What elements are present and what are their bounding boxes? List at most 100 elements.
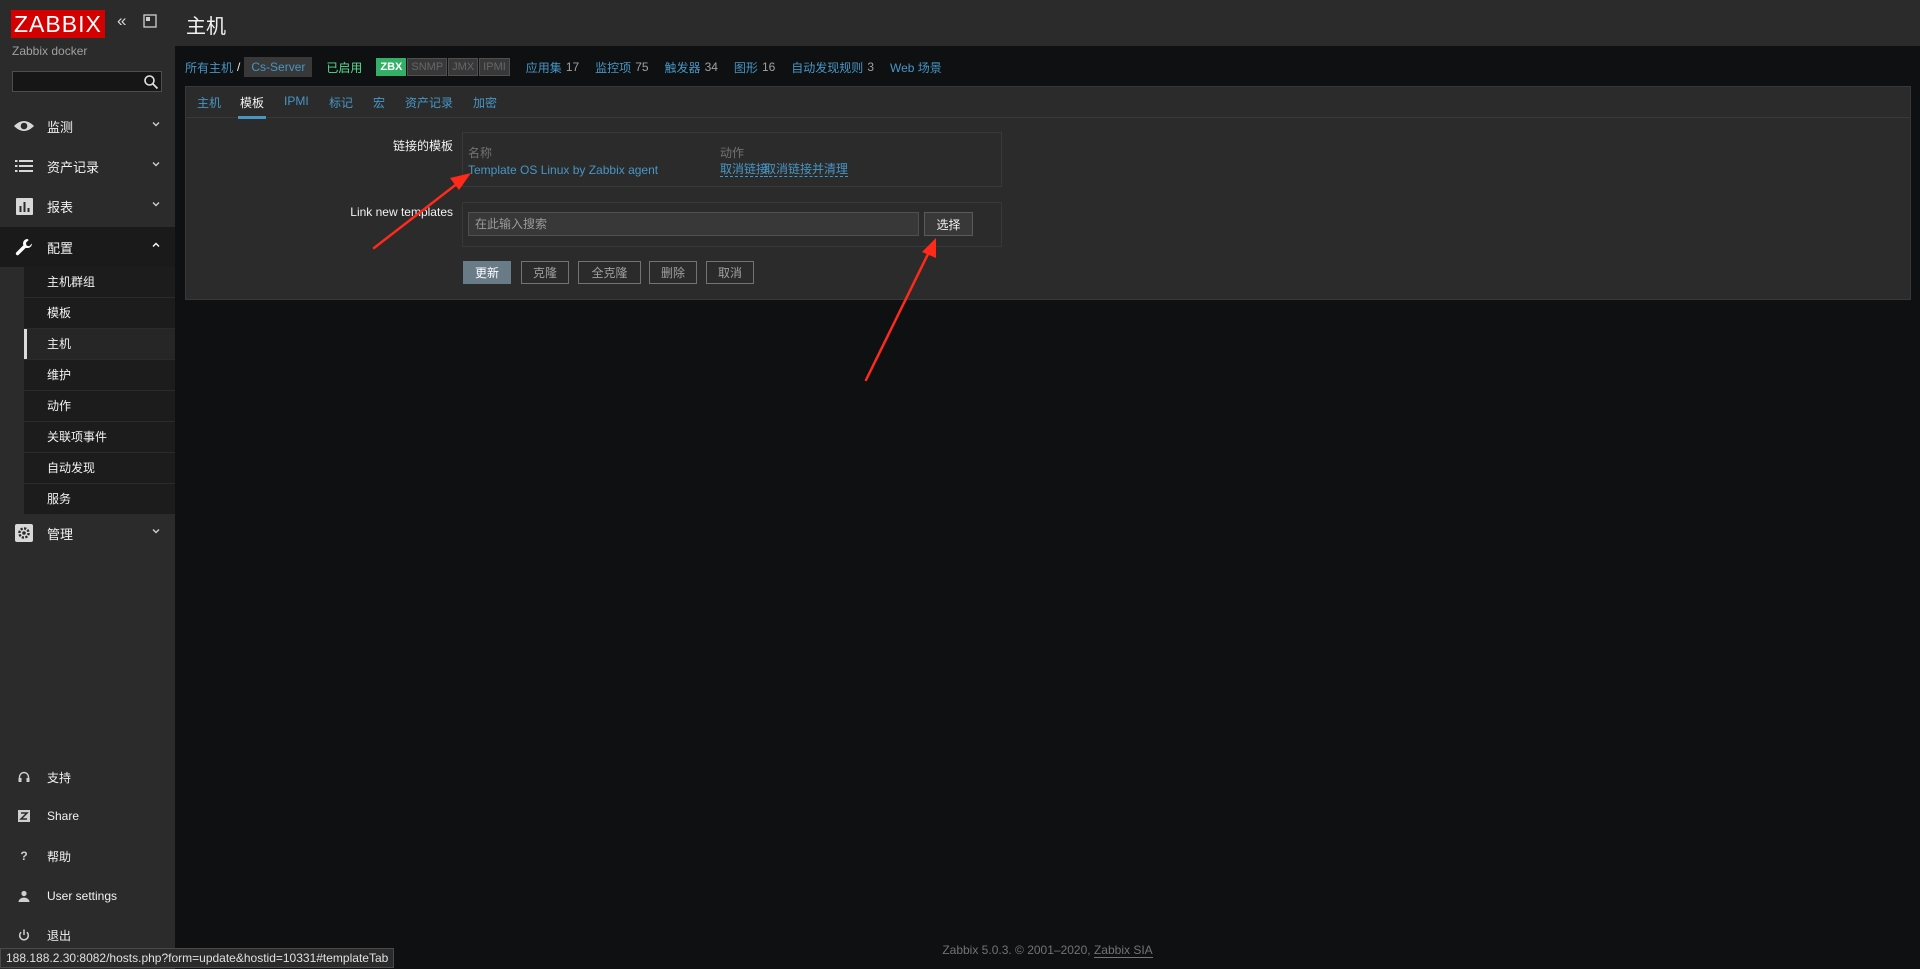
share-label: Share — [47, 809, 80, 823]
tab-macros[interactable]: 宏 — [373, 94, 385, 111]
submenu-maintenance[interactable]: 维护 — [24, 360, 175, 391]
chevron-down-icon — [152, 529, 160, 534]
collapse-sidebar-icon[interactable]: « — [117, 11, 126, 31]
help-link[interactable]: ? 帮助 — [0, 841, 175, 871]
tab-host[interactable]: 主机 — [197, 94, 221, 111]
breadcrumb-all-hosts[interactable]: 所有主机 — [185, 59, 233, 76]
menu-administration[interactable]: 管理 — [0, 513, 175, 553]
clone-button[interactable]: 克隆 — [521, 261, 569, 284]
config-submenu: 主机群组 模板 主机 维护 动作 关联项事件 自动发现 服务 — [24, 267, 175, 515]
share-link[interactable]: Share — [0, 801, 175, 831]
menu-label: 管理 — [47, 526, 74, 542]
support-label: 支持 — [47, 770, 72, 785]
update-button[interactable]: 更新 — [463, 261, 511, 284]
breadcrumb-separator: / — [237, 60, 241, 74]
autohide-icon[interactable] — [143, 13, 157, 33]
linked-template-link[interactable]: Template OS Linux by Zabbix agent — [468, 163, 658, 177]
tab-inventory[interactable]: 资产记录 — [405, 94, 453, 111]
chevron-down-icon — [152, 162, 160, 167]
wrench-icon — [12, 235, 36, 259]
copyright-text: Zabbix 5.0.3. © 2001–2020, — [942, 943, 1091, 957]
user-settings-label: User settings — [47, 889, 118, 903]
help-label: 帮助 — [47, 849, 72, 864]
triggers-count: 34 — [704, 60, 718, 74]
unlink-button[interactable]: 取消链接 — [720, 163, 769, 177]
template-search-input[interactable] — [468, 212, 919, 236]
menu-inventory[interactable]: 资产记录 — [0, 146, 175, 186]
linked-templates-label: 链接的模板 — [392, 139, 453, 153]
items-count: 75 — [635, 60, 649, 74]
availability-jmx: JMX — [448, 58, 479, 76]
server-name: Zabbix docker — [12, 44, 88, 58]
discovery-rules-count: 3 — [867, 60, 874, 74]
tab-tags[interactable]: 标记 — [329, 94, 353, 111]
full-clone-button[interactable]: 全克隆 — [578, 261, 641, 284]
user-icon — [16, 888, 32, 904]
applications-count: 17 — [565, 60, 580, 74]
chevron-up-icon — [152, 242, 160, 247]
breadcrumb-host[interactable]: Cs-Server — [244, 57, 313, 77]
link-new-templates-field: 选择 — [462, 202, 1002, 247]
menu-monitoring[interactable]: 监测 — [0, 106, 175, 146]
sidebar-search-input[interactable] — [13, 72, 161, 91]
share-icon — [16, 808, 32, 824]
form-tabs: 主机 模板 IPMI 标记 宏 资产记录 加密 — [186, 87, 1910, 119]
nav-graphs[interactable]: 图形 — [734, 59, 758, 76]
tab-encryption[interactable]: 加密 — [473, 94, 497, 111]
eye-icon — [12, 114, 36, 138]
submenu-host-groups[interactable]: 主机群组 — [24, 267, 175, 298]
search-icon[interactable] — [143, 74, 159, 90]
cancel-button[interactable]: 取消 — [706, 261, 754, 284]
column-action-header: 动作 — [720, 146, 745, 160]
host-form: 主机 模板 IPMI 标记 宏 资产记录 加密 链接的模板 名称 动作 Temp… — [185, 86, 1911, 300]
submenu-discovery[interactable]: 自动发现 — [24, 453, 175, 484]
chevron-down-icon — [152, 202, 160, 207]
chevron-down-icon — [152, 122, 160, 127]
submenu-actions[interactable]: 动作 — [24, 391, 175, 422]
graphs-count: 16 — [761, 60, 776, 74]
sign-out-label: 退出 — [47, 928, 72, 943]
nav-items[interactable]: 监控项 — [595, 59, 631, 76]
select-button[interactable]: 选择 — [924, 212, 973, 236]
power-icon — [16, 927, 32, 943]
nav-applications[interactable]: 应用集 — [526, 59, 562, 76]
sign-out-link[interactable]: 退出 — [0, 920, 175, 950]
zabbix-logo[interactable]: ZABBIX — [11, 10, 105, 38]
nav-discovery-rules[interactable]: 自动发现规则 — [791, 59, 863, 76]
tab-templates[interactable]: 模板 — [237, 94, 267, 119]
page-footer: Zabbix 5.0.3. © 2001–2020, Zabbix SIA — [175, 943, 1920, 958]
submenu-hosts[interactable]: 主机 — [24, 329, 175, 360]
bar-chart-icon — [12, 194, 36, 218]
page-title: 主机 — [186, 16, 226, 38]
unlink-and-clear-button[interactable]: 取消链接并清理 — [764, 163, 849, 177]
sidebar: ZABBIX « Zabbix docker 监测 资产记录 报表 配置 主机群… — [0, 0, 175, 969]
menu-label: 监测 — [47, 119, 74, 135]
support-link[interactable]: 支持 — [0, 762, 175, 792]
menu-label: 配置 — [47, 240, 74, 256]
host-navigation: 所有主机 / Cs-Server 已启用 ZBX SNMP JMX IPMI 应… — [185, 56, 942, 78]
headset-icon — [16, 769, 32, 785]
tab-ipmi[interactable]: IPMI — [284, 94, 309, 108]
list-icon — [12, 154, 36, 178]
submenu-templates[interactable]: 模板 — [24, 298, 175, 329]
availability-zbx: ZBX — [376, 58, 407, 76]
page-header: 主机 — [175, 0, 1920, 46]
host-status[interactable]: 已启用 — [326, 59, 362, 76]
menu-configuration[interactable]: 配置 — [0, 227, 175, 267]
sidebar-search — [12, 71, 162, 92]
gear-icon — [12, 521, 36, 545]
user-settings-link[interactable]: User settings — [0, 881, 175, 911]
submenu-event-correlation[interactable]: 关联项事件 — [24, 422, 175, 453]
menu-label: 报表 — [47, 199, 74, 215]
nav-triggers[interactable]: 触发器 — [665, 59, 701, 76]
menu-reports[interactable]: 报表 — [0, 186, 175, 226]
availability-ipmi: IPMI — [479, 58, 510, 76]
column-name-header: 名称 — [468, 146, 493, 160]
submenu-services[interactable]: 服务 — [24, 484, 175, 515]
linked-templates-table: 名称 动作 Template OS Linux by Zabbix agent … — [462, 132, 1002, 187]
nav-web-scenarios[interactable]: Web 场景 — [890, 59, 942, 76]
company-link[interactable]: Zabbix SIA — [1093, 943, 1153, 958]
browser-status-url: 188.188.2.30:8082/hosts.php?form=update&… — [0, 948, 395, 968]
help-icon: ? — [20, 849, 28, 863]
delete-button[interactable]: 删除 — [649, 261, 697, 284]
